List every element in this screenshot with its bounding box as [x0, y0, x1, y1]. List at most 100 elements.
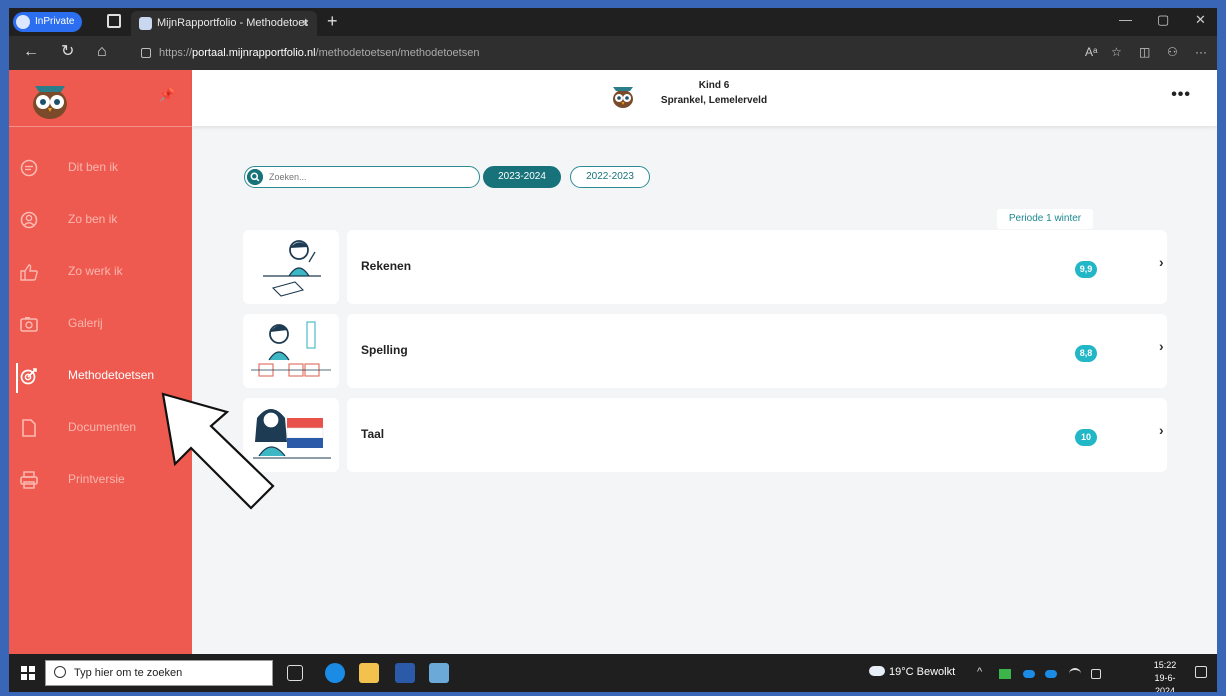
camera-icon — [20, 317, 38, 332]
app-icon[interactable] — [429, 663, 449, 683]
sidebar-item-label: Zo werk ik — [68, 264, 123, 278]
search-icon — [54, 666, 66, 678]
subject-illustration-rekenen — [243, 230, 339, 304]
subject-name: Spelling — [361, 343, 408, 357]
chevron-right-icon: › — [1159, 254, 1164, 270]
browser-tab[interactable]: MijnRapportfolio - Methodetoet × — [131, 11, 317, 36]
score-badge: 9,9 — [1075, 261, 1097, 278]
search-icon — [247, 169, 263, 185]
url-path: /methodetoetsen/methodetoetsen — [315, 47, 480, 59]
tab-title: MijnRapportfolio - Methodetoet — [157, 17, 308, 29]
search-input[interactable] — [269, 169, 469, 185]
owl-logo-icon — [33, 86, 67, 119]
document-icon — [22, 419, 36, 437]
wifi-icon[interactable] — [1069, 668, 1081, 680]
tray-app-icon[interactable] — [999, 669, 1011, 679]
subject-illustration-spelling — [243, 314, 339, 388]
subject-row-taal[interactable]: Taal 10 › — [347, 398, 1167, 472]
address-bar: ← ↻ ⌂ https://portaal.mijnrapportfolio.n… — [9, 36, 1217, 70]
sidebar-item-label: Documenten — [68, 420, 137, 434]
sidebar-item-dit-ben-ik[interactable]: Dit ben ik — [9, 148, 192, 188]
sidebar-item-label: Galerij — [68, 316, 103, 330]
printer-icon — [20, 471, 38, 489]
taskbar-search-text: Typ hier om te zoeken — [74, 667, 183, 679]
subject-row-rekenen[interactable]: Rekenen 9,9 › — [347, 230, 1167, 304]
maximize-button[interactable]: ▢ — [1157, 12, 1169, 28]
school-name: Sprankel, Lemelerveld — [660, 95, 768, 106]
sidebar-item-galerij[interactable]: Galerij — [9, 304, 192, 344]
word-icon[interactable] — [395, 663, 415, 683]
sidebar-item-label: Printversie — [68, 472, 125, 486]
subject-name: Rekenen — [361, 259, 412, 273]
extensions-icon[interactable]: ⚇ — [1167, 45, 1178, 59]
taskbar: Typ hier om te zoeken 19°C Bewolkt ^ 15:… — [9, 654, 1217, 692]
chevron-right-icon: › — [1159, 338, 1164, 354]
tray-chevron-icon[interactable]: ^ — [977, 666, 982, 678]
sidebar: 📌 Dit ben ik Zo ben ik Zo werk ik Galeri… — [9, 70, 192, 654]
app-area: 📌 Dit ben ik Zo ben ik Zo werk ik Galeri… — [9, 70, 1217, 654]
inprivate-badge[interactable]: InPrivate — [13, 12, 83, 32]
onedrive-business-icon[interactable] — [1045, 670, 1057, 678]
user-icon — [20, 211, 38, 229]
home-button[interactable]: ⌂ — [97, 44, 107, 60]
sidebar-item-label: Methodetoetsen — [68, 368, 155, 382]
new-tab-button[interactable]: + — [327, 11, 338, 32]
target-icon — [20, 368, 37, 385]
browser-window: InPrivate MijnRapportfolio - Methodetoet… — [9, 8, 1217, 692]
subject-row-spelling[interactable]: Spelling 8,8 › — [347, 314, 1167, 388]
favorite-icon[interactable]: ☆ — [1111, 45, 1122, 59]
url-prefix: https:// — [159, 47, 193, 59]
more-options-button[interactable]: ••• — [1171, 86, 1191, 104]
child-letters-illustration-icon — [251, 321, 331, 377]
top-bar: Kind 6 Sprankel, Lemelerveld ••• — [192, 70, 1217, 126]
clock-date: 19-6-2024 — [1154, 673, 1176, 692]
browser-menu-icon[interactable]: ··· — [1195, 45, 1207, 59]
screenshot-frame: InPrivate MijnRapportfolio - Methodetoet… — [0, 0, 1226, 696]
sidebar-divider — [9, 126, 192, 127]
thumbs-up-icon — [20, 264, 38, 281]
pin-icon[interactable]: 📌 — [159, 87, 175, 103]
close-window-button[interactable]: ✕ — [1195, 12, 1206, 28]
url-field[interactable]: https://portaal.mijnrapportfolio.nl/meth… — [137, 41, 1137, 65]
periode-label: Periode 1 winter — [997, 209, 1093, 229]
weather-widget[interactable]: 19°C Bewolkt — [869, 666, 955, 678]
tab-close-icon[interactable]: × — [302, 11, 309, 36]
windows-start-icon[interactable] — [21, 666, 35, 680]
onedrive-icon[interactable] — [1023, 670, 1035, 678]
url-host: portaal.mijnrapportfolio.nl — [192, 47, 316, 59]
chat-icon — [20, 159, 38, 177]
system-clock[interactable]: 15:22 19-6-2024 — [1145, 659, 1185, 692]
year-tab-2023-2024[interactable]: 2023-2024 — [483, 166, 561, 188]
cloud-icon — [869, 666, 885, 676]
edge-icon[interactable] — [325, 663, 345, 683]
clock-time: 15:22 — [1153, 660, 1177, 670]
search-box[interactable] — [244, 166, 480, 188]
lock-icon — [141, 48, 151, 58]
inprivate-label: InPrivate — [35, 16, 75, 27]
minimize-button[interactable]: — — [1119, 12, 1132, 27]
profile-avatar-icon — [16, 15, 30, 29]
volume-icon[interactable] — [1091, 669, 1101, 679]
sidebar-item-zo-ben-ik[interactable]: Zo ben ik — [9, 200, 192, 240]
task-view-icon[interactable] — [287, 665, 303, 681]
child-math-illustration-icon — [263, 240, 321, 297]
pointer-arrow-icon — [161, 392, 275, 510]
sidebar-item-zo-werk-ik[interactable]: Zo werk ik — [9, 252, 192, 292]
notification-icon[interactable] — [1195, 666, 1207, 678]
subject-name: Taal — [361, 427, 385, 441]
file-explorer-icon[interactable] — [359, 663, 379, 683]
back-button[interactable]: ← — [23, 44, 39, 60]
score-badge: 8,8 — [1075, 345, 1097, 362]
tab-bar: InPrivate MijnRapportfolio - Methodetoet… — [9, 8, 1217, 36]
taskbar-search[interactable]: Typ hier om te zoeken — [45, 660, 273, 686]
reload-button[interactable]: ↻ — [61, 44, 74, 60]
kid-name: Kind 6 — [698, 80, 730, 91]
sidebar-item-label: Dit ben ik — [68, 160, 119, 174]
split-screen-icon[interactable]: ◫ — [1139, 45, 1150, 59]
year-tab-2022-2023[interactable]: 2022-2023 — [570, 166, 650, 188]
weather-text: 19°C Bewolkt — [889, 666, 956, 678]
owl-avatar-icon — [613, 87, 633, 108]
sidebar-item-label: Zo ben ik — [68, 212, 118, 226]
read-aloud-icon[interactable]: Aᵃ — [1085, 45, 1097, 59]
tab-actions-icon[interactable] — [107, 14, 121, 28]
